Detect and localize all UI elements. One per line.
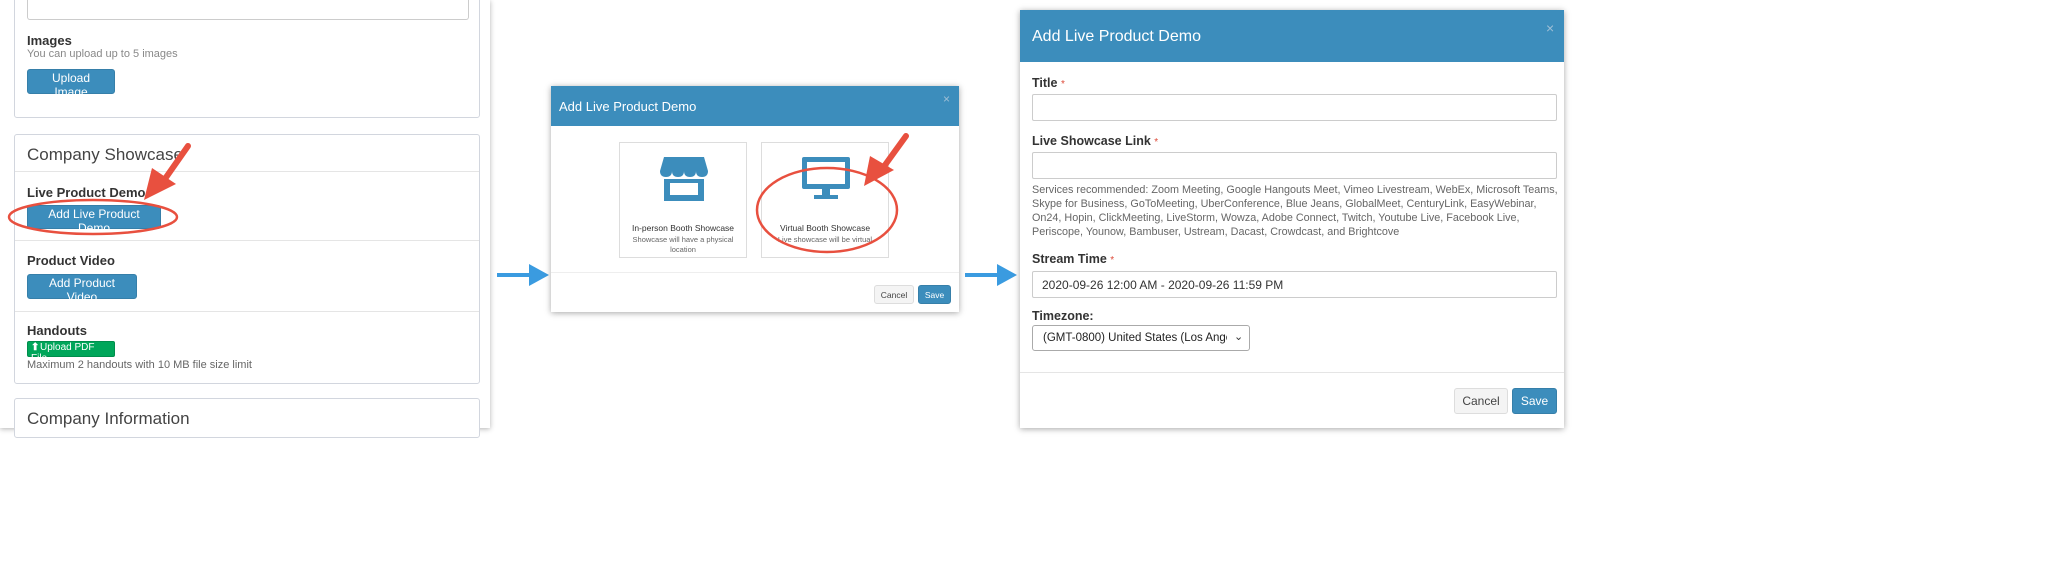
text-input-top[interactable] [27, 0, 469, 20]
chevron-down-icon: ⌄ [1234, 331, 1244, 343]
handouts-hint: Maximum 2 handouts with 10 MB file size … [27, 359, 252, 371]
middle-modal-header: Add Live Product Demo × [551, 86, 959, 126]
live-showcase-link-input[interactable] [1032, 152, 1557, 179]
right-modal-title: Add Live Product Demo [1032, 28, 1201, 45]
required-marker: * [1110, 255, 1115, 266]
handouts-label: Handouts [27, 323, 87, 338]
close-icon[interactable]: × [1546, 20, 1554, 36]
stream-time-label-text: Stream Time [1032, 252, 1107, 266]
stream-time-input[interactable] [1032, 271, 1557, 298]
product-video-label: Product Video [27, 253, 115, 268]
modal-footer-divider [551, 272, 959, 273]
stream-time-label: Stream Time * [1032, 252, 1114, 266]
images-title: Images [27, 33, 72, 48]
right-cancel-button[interactable]: Cancel [1454, 388, 1508, 414]
title-input[interactable] [1032, 94, 1557, 121]
required-marker: * [1060, 79, 1065, 90]
flow-arrow-icon [497, 264, 549, 286]
divider [15, 171, 479, 172]
company-info-title: Company Information [27, 409, 190, 428]
images-hint: You can upload up to 5 images [27, 48, 178, 60]
title-label-text: Title [1032, 76, 1058, 90]
middle-cancel-button[interactable]: Cancel [874, 285, 914, 304]
title-field-label: Title * [1032, 76, 1065, 90]
company-information-section: Company Information [14, 398, 480, 438]
link-label-text: Live Showcase Link [1032, 134, 1151, 148]
images-section: Images You can upload up to 5 images Upl… [14, 0, 480, 118]
divider [15, 311, 479, 312]
storefront-icon [660, 157, 708, 201]
middle-save-button[interactable]: Save [918, 285, 951, 304]
middle-modal-title: Add Live Product Demo [559, 99, 697, 114]
flow-arrow-icon [965, 264, 1017, 286]
in-person-title: In-person Booth Showcase [631, 223, 735, 233]
modal-footer-divider [1020, 372, 1564, 373]
in-person-option-card[interactable]: In-person Booth Showcase Showcase will h… [619, 142, 747, 258]
upload-image-button[interactable]: Upload Image [27, 69, 115, 99]
right-save-button[interactable]: Save [1512, 388, 1557, 414]
right-modal-header: Add Live Product Demo × [1020, 10, 1564, 62]
red-arrow-icon [864, 133, 909, 186]
upload-pdf-button[interactable]: ⬆Upload PDF File [27, 341, 115, 364]
timezone-label: Timezone: [1032, 309, 1094, 323]
close-icon[interactable]: × [943, 92, 950, 106]
in-person-desc: Showcase will have a physical location [632, 235, 734, 254]
divider [15, 240, 479, 241]
upload-icon: ⬆ [31, 342, 40, 353]
add-product-video-button[interactable]: Add Product Video [27, 274, 137, 304]
timezone-selected-value: (GMT-0800) United States (Los Angeles) [1043, 332, 1227, 344]
red-arrow-icon [144, 143, 191, 200]
company-showcase-section: Company Showcase Live Product Demo Add L… [14, 134, 480, 384]
required-marker: * [1154, 137, 1159, 148]
timezone-select[interactable]: (GMT-0800) United States (Los Angeles) ⌄ [1032, 325, 1250, 351]
right-modal: Add Live Product Demo × Title * Live Sho… [1020, 10, 1564, 428]
link-field-label: Live Showcase Link * [1032, 134, 1158, 148]
services-recommended-text: Services recommended: Zoom Meeting, Goog… [1032, 184, 1558, 238]
